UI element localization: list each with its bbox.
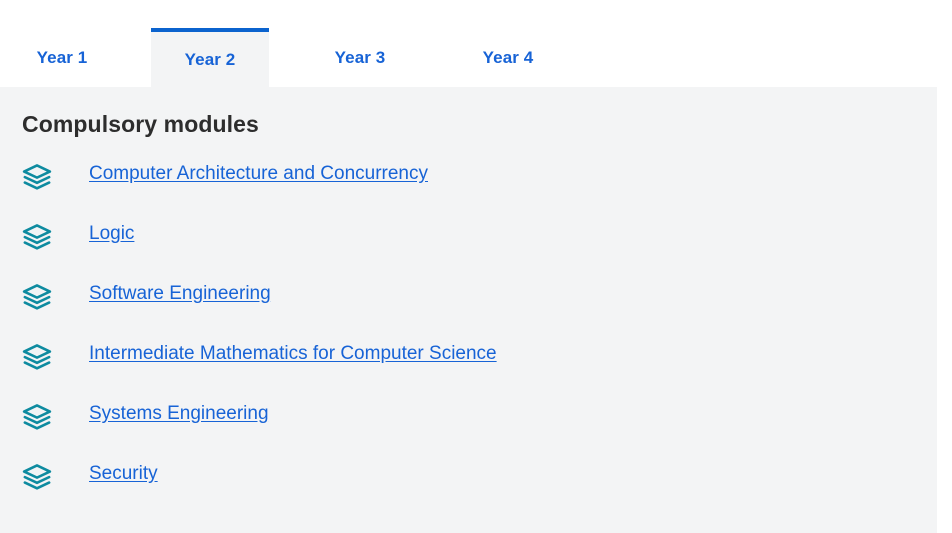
module-link[interactable]: Security [89,463,158,485]
tab-year-3-label: Year 3 [334,48,386,67]
page-root: Year 1 Year 2 Year 3 Year 4 Compulsory m… [0,0,952,533]
list-item: Computer Architecture and Concurrency [0,160,937,220]
module-link[interactable]: Software Engineering [89,283,271,305]
tab-panel-year-2: Compulsory modules Computer Architecture… [0,87,937,533]
module-list: Computer Architecture and Concurrency Lo… [0,160,937,520]
list-item: Systems Engineering [0,400,937,460]
tab-year-2[interactable]: Year 2 [151,28,269,87]
layers-icon [22,404,52,430]
layers-icon [22,464,52,490]
layers-icon [22,164,52,190]
tab-year-1[interactable]: Year 1 [14,28,110,87]
tab-year-4-label: Year 4 [482,48,534,67]
tab-year-4[interactable]: Year 4 [458,28,558,87]
year-tab-bar: Year 1 Year 2 Year 3 Year 4 [0,0,952,87]
layers-icon [22,224,52,250]
list-item: Software Engineering [0,280,937,340]
module-link[interactable]: Logic [89,223,134,245]
list-item: Intermediate Mathematics for Computer Sc… [0,340,937,400]
page-title: Compulsory modules [22,111,259,137]
module-link[interactable]: Intermediate Mathematics for Computer Sc… [89,343,497,365]
tab-year-3[interactable]: Year 3 [310,28,410,87]
tab-year-2-label: Year 2 [184,50,236,69]
layers-icon [22,344,52,370]
module-link[interactable]: Computer Architecture and Concurrency [89,163,428,185]
list-item: Security [0,460,937,520]
module-link[interactable]: Systems Engineering [89,403,269,425]
layers-icon [22,284,52,310]
list-item: Logic [0,220,937,280]
tab-year-1-label: Year 1 [36,48,88,67]
